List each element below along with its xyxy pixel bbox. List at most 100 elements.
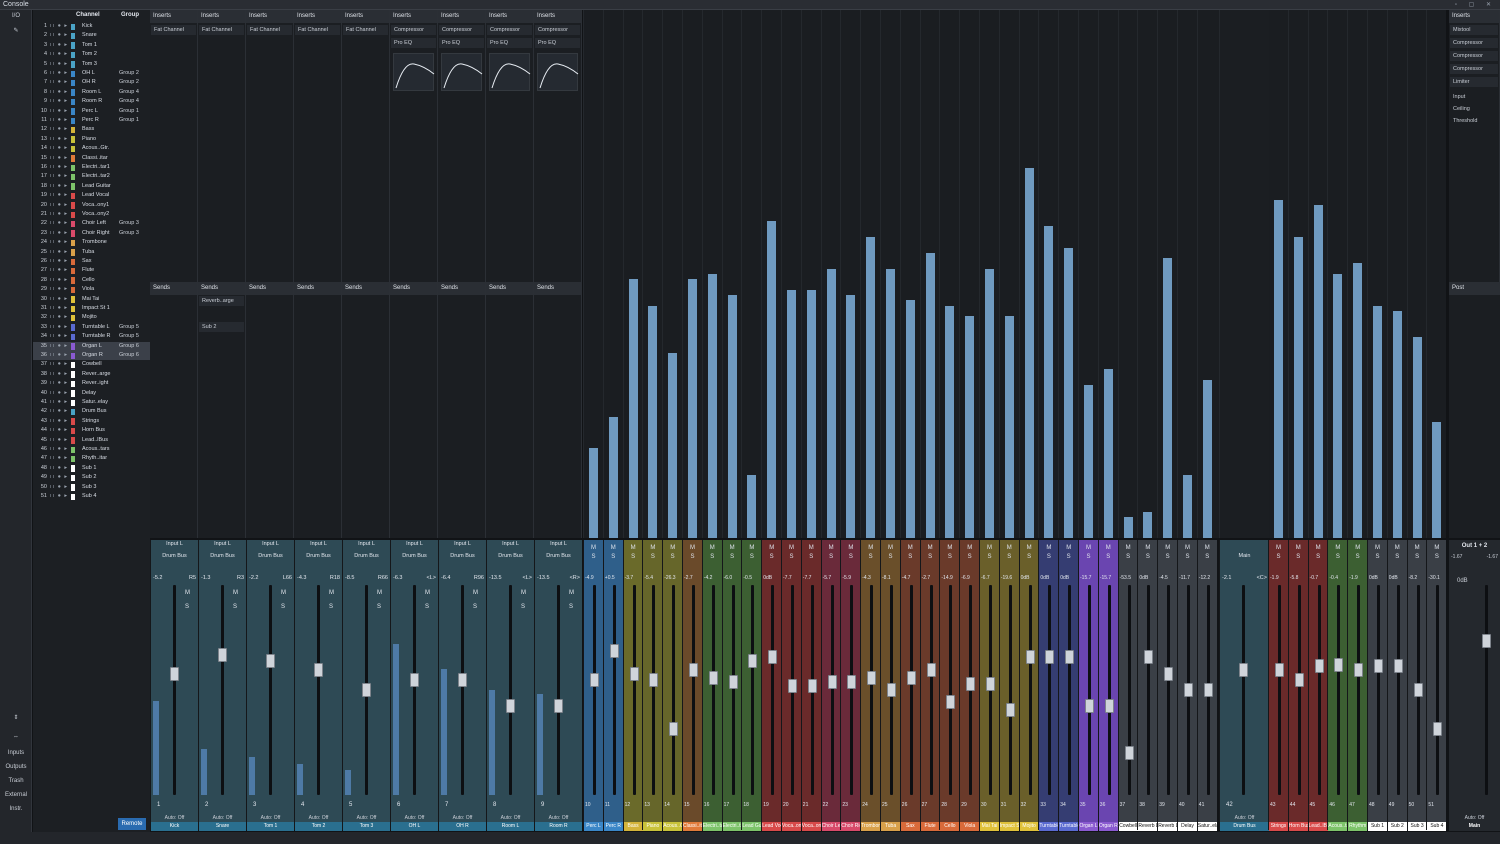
- visibility-icons[interactable]: ıı ● ▸: [50, 342, 68, 351]
- solo-button[interactable]: S: [1348, 554, 1367, 560]
- visibility-icons[interactable]: ıı ● ▸: [50, 417, 68, 426]
- nav-trash[interactable]: Trash: [0, 778, 32, 784]
- solo-button[interactable]: S: [683, 554, 702, 560]
- eq-curve-thumbnail[interactable]: [393, 53, 435, 91]
- solo-button[interactable]: S: [663, 554, 682, 560]
- fader-handle[interactable]: [1184, 683, 1193, 697]
- channel-list-row[interactable]: 35 ıı ● ▸ Organ L Group 6: [33, 341, 150, 351]
- solo-button[interactable]: S: [822, 554, 841, 560]
- visibility-icons[interactable]: ıı ● ▸: [50, 285, 68, 294]
- insert-slot[interactable]: Fat Channel: [343, 25, 388, 35]
- mute-button[interactable]: M: [1368, 545, 1387, 551]
- channel-list-row[interactable]: 40 ıı ● ▸ Delay: [33, 389, 150, 398]
- channel-list-row[interactable]: 36 ıı ● ▸ Organ R Group 6: [33, 351, 150, 361]
- channel-list-row[interactable]: 3 ıı ● ▸ Tom 1: [33, 41, 150, 50]
- channel-list-row[interactable]: 24 ıı ● ▸ Trombone: [33, 238, 150, 247]
- channel-list-row[interactable]: 47 ıı ● ▸ Rhyth..itar: [33, 454, 150, 463]
- visibility-icons[interactable]: ıı ● ▸: [50, 154, 68, 163]
- fader-handle[interactable]: [410, 673, 419, 688]
- mute-button[interactable]: M: [1138, 545, 1157, 551]
- fader-handle[interactable]: [1164, 667, 1174, 682]
- pan-readout[interactable]: R3: [237, 575, 244, 581]
- fader-handle[interactable]: [728, 675, 738, 690]
- mute-button[interactable]: M: [1079, 545, 1098, 551]
- insert-slot[interactable]: Compressor: [535, 25, 580, 35]
- mute-button[interactable]: M: [1289, 545, 1308, 551]
- visibility-icons[interactable]: ıı ● ▸: [50, 398, 68, 407]
- visibility-icons[interactable]: ıı ● ▸: [50, 276, 68, 285]
- sends-header[interactable]: Sends: [150, 282, 197, 295]
- channel-list-row[interactable]: 18 ıı ● ▸ Lead Guitar: [33, 182, 150, 191]
- solo-button[interactable]: S: [921, 554, 940, 560]
- wrench-icon[interactable]: ✎: [0, 27, 32, 34]
- fader-handle[interactable]: [1085, 698, 1094, 713]
- insert-slot[interactable]: Fat Channel: [199, 25, 244, 35]
- fader-handle[interactable]: [554, 698, 563, 713]
- automation-mode[interactable]: Auto: Off: [1220, 815, 1269, 821]
- channel-list-row[interactable]: 43 ıı ● ▸ Strings: [33, 417, 150, 426]
- solo-button[interactable]: S: [624, 554, 643, 560]
- send-slot[interactable]: Reverb..arge: [199, 296, 244, 306]
- visibility-icons[interactable]: ıı ● ▸: [50, 116, 68, 125]
- fader-handle[interactable]: [768, 649, 778, 664]
- solo-button[interactable]: S: [1158, 554, 1177, 560]
- mute-button[interactable]: M: [569, 590, 574, 596]
- inserts-header[interactable]: Inserts: [1449, 10, 1499, 23]
- fader-handle[interactable]: [314, 663, 323, 678]
- sends-header[interactable]: Sends: [246, 282, 293, 295]
- output-selector[interactable]: Drum Bus: [247, 553, 294, 559]
- fader-handle[interactable]: [1104, 698, 1114, 713]
- visibility-icons[interactable]: ıı ● ▸: [50, 426, 68, 435]
- automation-mode[interactable]: Auto: Off: [247, 815, 294, 821]
- sends-header[interactable]: Sends: [342, 282, 389, 295]
- mute-button[interactable]: M: [841, 545, 860, 551]
- mute-button[interactable]: M: [521, 590, 526, 596]
- solo-button[interactable]: S: [377, 604, 381, 610]
- solo-button[interactable]: S: [473, 604, 477, 610]
- mute-button[interactable]: M: [703, 545, 722, 551]
- solo-button[interactable]: S: [1368, 554, 1387, 560]
- input-selector[interactable]: Input L: [295, 541, 342, 547]
- mute-button[interactable]: M: [1158, 545, 1177, 551]
- visibility-icons[interactable]: ıı ● ▸: [50, 78, 68, 87]
- solo-button[interactable]: S: [1427, 554, 1446, 560]
- inserts-header[interactable]: Inserts: [390, 10, 437, 23]
- mute-button[interactable]: M: [281, 590, 286, 596]
- fader-handle[interactable]: [1354, 663, 1364, 678]
- channel-list-row[interactable]: 45 ıı ● ▸ Lead..lBus: [33, 436, 150, 445]
- mute-button[interactable]: M: [1059, 545, 1078, 551]
- fader-handle[interactable]: [887, 683, 896, 697]
- inserts-header[interactable]: Inserts: [486, 10, 533, 23]
- automation-mode[interactable]: Auto: Off: [487, 815, 534, 821]
- visibility-icons[interactable]: ıı ● ▸: [50, 41, 68, 50]
- channel-list-row[interactable]: 15 ıı ● ▸ Classi..itar: [33, 154, 150, 163]
- fader-handle[interactable]: [1294, 673, 1304, 688]
- pan-readout[interactable]: <C>: [1257, 575, 1267, 581]
- fader-handle[interactable]: [1275, 663, 1284, 678]
- output-selector[interactable]: Drum Bus: [535, 553, 582, 559]
- fader-handle[interactable]: [1482, 634, 1491, 648]
- pan-readout[interactable]: L66: [283, 575, 292, 581]
- mute-button[interactable]: M: [960, 545, 979, 551]
- input-selector[interactable]: Input L: [151, 541, 198, 547]
- mute-button[interactable]: M: [1099, 545, 1118, 551]
- mute-button[interactable]: M: [861, 545, 880, 551]
- visibility-icons[interactable]: ıı ● ▸: [50, 219, 68, 228]
- pan-readout[interactable]: R96: [474, 575, 484, 581]
- mute-button[interactable]: M: [802, 545, 821, 551]
- output-selector[interactable]: Drum Bus: [151, 553, 198, 559]
- solo-button[interactable]: S: [881, 554, 900, 560]
- io-toggle[interactable]: I/O: [0, 13, 32, 19]
- eq-curve-thumbnail[interactable]: [537, 53, 579, 91]
- automation-mode[interactable]: Auto: Off: [343, 815, 390, 821]
- plugin-parameter[interactable]: Threshold: [1450, 116, 1498, 126]
- insert-slot[interactable]: Pro EQ: [487, 38, 532, 48]
- solo-button[interactable]: S: [762, 554, 781, 560]
- solo-button[interactable]: S: [1059, 554, 1078, 560]
- pan-readout[interactable]: <L>: [427, 575, 436, 581]
- solo-button[interactable]: S: [604, 554, 623, 560]
- mute-button[interactable]: M: [762, 545, 781, 551]
- solo-button[interactable]: S: [521, 604, 525, 610]
- mute-button[interactable]: M: [921, 545, 940, 551]
- visibility-icons[interactable]: ıı ● ▸: [50, 266, 68, 275]
